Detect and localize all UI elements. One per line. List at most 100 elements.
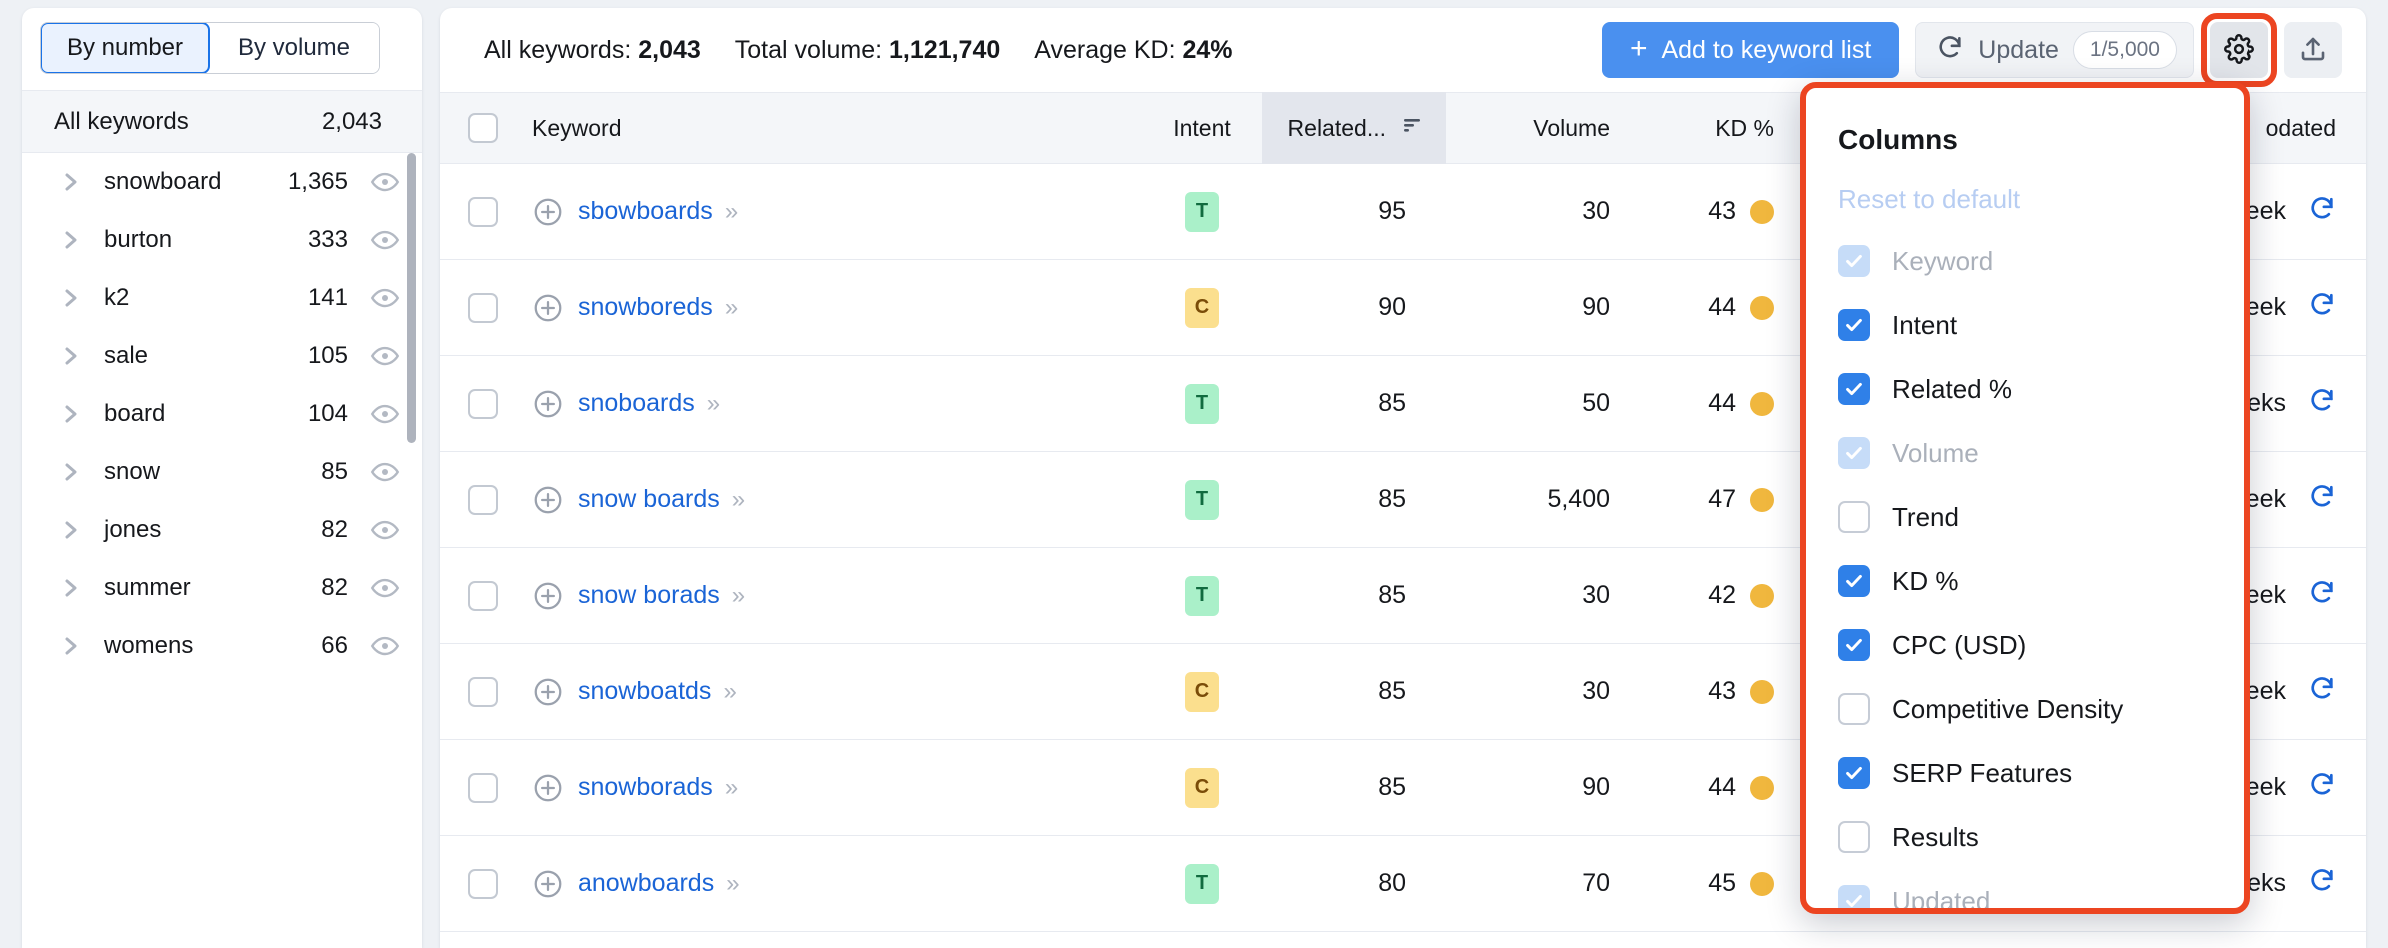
add-keyword-icon[interactable]: [532, 580, 564, 612]
add-to-keyword-list-button[interactable]: + Add to keyword list: [1602, 22, 1899, 78]
eye-icon[interactable]: [370, 399, 400, 429]
chevron-right-icon[interactable]: [58, 401, 84, 427]
column-checkbox[interactable]: [1838, 629, 1870, 661]
keyword-expand-icon[interactable]: »: [732, 486, 742, 514]
column-option-competitive-density[interactable]: Competitive Density: [1806, 677, 2244, 741]
add-keyword-icon[interactable]: [532, 292, 564, 324]
keyword-link[interactable]: snoboards: [578, 389, 695, 418]
eye-icon[interactable]: [370, 225, 400, 255]
header-related[interactable]: Related...: [1262, 92, 1446, 164]
chevron-right-icon[interactable]: [58, 459, 84, 485]
column-option-results[interactable]: Results: [1806, 805, 2244, 869]
row-refresh-icon[interactable]: [2308, 866, 2336, 901]
row-checkbox[interactable]: [468, 581, 498, 611]
row-select-cell[interactable]: [440, 293, 526, 323]
row-select-cell[interactable]: [440, 485, 526, 515]
column-checkbox[interactable]: [1838, 757, 1870, 789]
select-all-cell[interactable]: [440, 113, 526, 143]
column-option-trend[interactable]: Trend: [1806, 485, 2244, 549]
update-button[interactable]: Update 1/5,000: [1915, 22, 2194, 78]
intent-cell[interactable]: T: [1142, 192, 1262, 232]
sidebar-group-snow[interactable]: snow85: [22, 443, 422, 501]
export-button[interactable]: [2284, 22, 2342, 78]
column-option-serp-features[interactable]: SERP Features: [1806, 741, 2244, 805]
sidebar-group-k2[interactable]: k2141: [22, 269, 422, 327]
chevron-right-icon[interactable]: [58, 343, 84, 369]
row-select-cell[interactable]: [440, 581, 526, 611]
keyword-link[interactable]: snowboatds: [578, 677, 711, 706]
column-option-cpc-usd[interactable]: CPC (USD): [1806, 613, 2244, 677]
keyword-expand-icon[interactable]: »: [707, 390, 717, 418]
sidebar-scrollbar[interactable]: [407, 153, 416, 443]
sidebar-group-jones[interactable]: jones82: [22, 501, 422, 559]
keyword-expand-icon[interactable]: »: [725, 294, 735, 322]
keyword-link[interactable]: snowborads: [578, 773, 713, 802]
eye-icon[interactable]: [370, 515, 400, 545]
select-all-checkbox[interactable]: [468, 113, 498, 143]
keyword-link[interactable]: anowboards: [578, 869, 714, 898]
column-checkbox[interactable]: [1838, 309, 1870, 341]
keyword-link[interactable]: snow boards: [578, 485, 720, 514]
row-checkbox[interactable]: [468, 197, 498, 227]
keyword-expand-icon[interactable]: »: [725, 774, 735, 802]
intent-cell[interactable]: C: [1142, 288, 1262, 328]
keyword-link[interactable]: snow borads: [578, 581, 720, 610]
row-refresh-icon[interactable]: [2308, 674, 2336, 709]
chevron-right-icon[interactable]: [58, 227, 84, 253]
table-row[interactable]: snow boreds»T8040460.40|2 weeks: [440, 932, 2366, 948]
chevron-right-icon[interactable]: [58, 633, 84, 659]
row-refresh-icon[interactable]: [2308, 290, 2336, 325]
intent-cell[interactable]: T: [1142, 384, 1262, 424]
row-checkbox[interactable]: [468, 869, 498, 899]
row-refresh-icon[interactable]: [2308, 482, 2336, 517]
header-volume[interactable]: Volume: [1446, 115, 1646, 142]
chevron-right-icon[interactable]: [58, 285, 84, 311]
columns-settings-button[interactable]: [2210, 22, 2268, 78]
chevron-right-icon[interactable]: [58, 575, 84, 601]
column-option-related[interactable]: Related %: [1806, 357, 2244, 421]
sidebar-group-womens[interactable]: womens66: [22, 617, 422, 675]
keyword-expand-icon[interactable]: »: [726, 870, 736, 898]
add-keyword-icon[interactable]: [532, 196, 564, 228]
row-select-cell[interactable]: [440, 197, 526, 227]
column-checkbox[interactable]: [1838, 373, 1870, 405]
eye-icon[interactable]: [370, 573, 400, 603]
sidebar-group-snowboard[interactable]: snowboard1,365: [22, 153, 422, 211]
row-checkbox[interactable]: [468, 485, 498, 515]
row-refresh-icon[interactable]: [2308, 194, 2336, 229]
eye-icon[interactable]: [370, 457, 400, 487]
eye-icon[interactable]: [370, 341, 400, 371]
row-select-cell[interactable]: [440, 677, 526, 707]
row-checkbox[interactable]: [468, 293, 498, 323]
sidebar-all-keywords-row[interactable]: All keywords 2,043: [22, 90, 422, 153]
intent-cell[interactable]: T: [1142, 576, 1262, 616]
intent-cell[interactable]: C: [1142, 672, 1262, 712]
column-checkbox[interactable]: [1838, 821, 1870, 853]
column-checkbox[interactable]: [1838, 565, 1870, 597]
add-keyword-icon[interactable]: [532, 388, 564, 420]
sidebar-group-summer[interactable]: summer82: [22, 559, 422, 617]
sidebar-sort-toggle[interactable]: By number By volume: [40, 22, 380, 74]
sidebar-group-burton[interactable]: burton333: [22, 211, 422, 269]
sidebar-group-sale[interactable]: sale105: [22, 327, 422, 385]
keyword-expand-icon[interactable]: »: [732, 582, 742, 610]
eye-icon[interactable]: [370, 167, 400, 197]
column-option-kd[interactable]: KD %: [1806, 549, 2244, 613]
header-keyword[interactable]: Keyword: [526, 115, 1142, 142]
toggle-by-volume[interactable]: By volume: [209, 23, 379, 73]
chevron-right-icon[interactable]: [58, 517, 84, 543]
row-select-cell[interactable]: [440, 773, 526, 803]
row-select-cell[interactable]: [440, 869, 526, 899]
intent-cell[interactable]: T: [1142, 480, 1262, 520]
keyword-expand-icon[interactable]: »: [725, 198, 735, 226]
row-checkbox[interactable]: [468, 389, 498, 419]
eye-icon[interactable]: [370, 631, 400, 661]
column-checkbox[interactable]: [1838, 693, 1870, 725]
add-keyword-icon[interactable]: [532, 772, 564, 804]
row-checkbox[interactable]: [468, 677, 498, 707]
sidebar-group-board[interactable]: board104: [22, 385, 422, 443]
add-keyword-icon[interactable]: [532, 676, 564, 708]
row-select-cell[interactable]: [440, 389, 526, 419]
column-option-intent[interactable]: Intent: [1806, 293, 2244, 357]
toggle-by-number[interactable]: By number: [40, 22, 210, 74]
